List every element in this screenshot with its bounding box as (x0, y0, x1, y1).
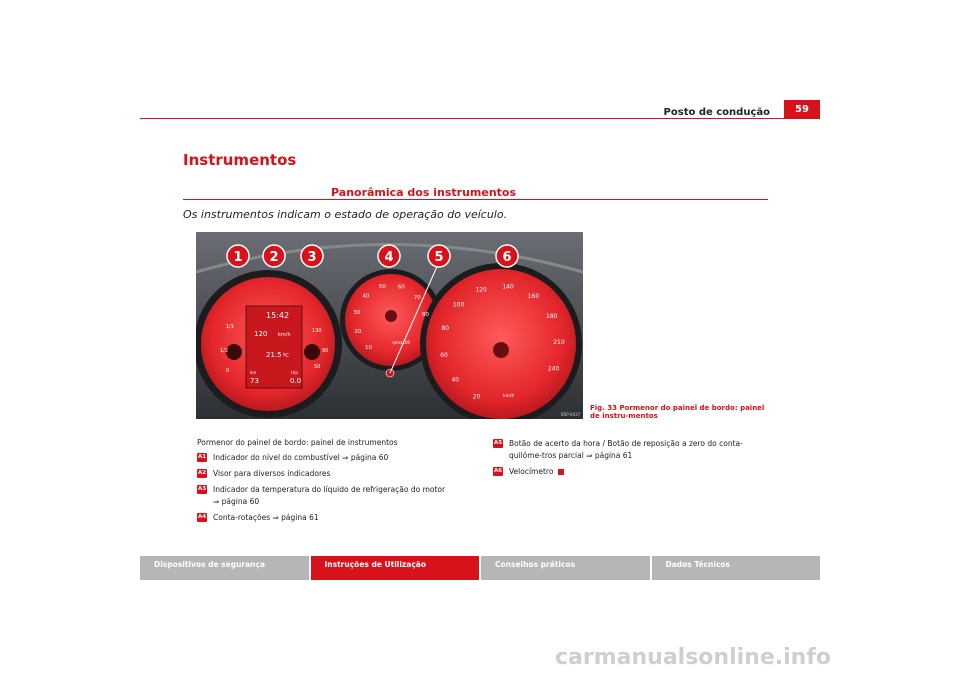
intro-text: Os instrumentos indicam o estado de oper… (183, 208, 508, 221)
speedo-unit: km/h (503, 393, 515, 399)
display-trip: 0.0 (290, 377, 301, 385)
display-time: 15:42 (266, 311, 289, 320)
fuel-half-label: 1/2 (220, 348, 228, 354)
figure-code: B5P-0437 (561, 412, 581, 417)
figure-caption: Fig. 33 Pormenor do painel de bordo: pai… (590, 404, 765, 420)
legend-item-5: A5 Botão de acerto da hora / Botão de re… (493, 438, 773, 462)
temp-hi-label: 130 (312, 328, 322, 334)
callout-2-label: 2 (269, 250, 278, 265)
speedo-tick-label: 60 (440, 352, 448, 359)
footer-nav: Dispositivos de segurança Instruções de … (140, 556, 820, 580)
legend-item-text: Visor para diversos indicadores (213, 469, 331, 478)
instrument-panel-figure: 15:42 120 km/h 21.5 ºC km trip 73 0.0 1/… (194, 232, 584, 425)
display-trip-label: trip (291, 370, 298, 375)
speedo-tick-label: 240 (548, 366, 560, 373)
rpm-tick-label: 30 (353, 310, 360, 316)
end-of-section-icon (557, 469, 564, 475)
tab-conselhos-praticos[interactable]: Conselhos práticos (481, 556, 650, 580)
display-speed-unit: km/h (278, 332, 291, 338)
badge-a3: A3 (197, 485, 207, 494)
subsection-title: Panorâmica dos instrumentos (331, 186, 517, 199)
speedo-tick-label: 20 (473, 394, 481, 401)
legend-item-text: Conta-rotações ⇒ página 61 (213, 513, 319, 522)
tab-dados-tecnicos[interactable]: Dados Técnicos (651, 556, 820, 580)
legend-item-4: A4 Conta-rotações ⇒ página 61 (197, 512, 447, 524)
fuel-full-label: 1/1 (226, 324, 234, 330)
legend-item-3: A3 Indicador da temperatura do líquido d… (197, 484, 447, 508)
rpm-tick-label: 20 (354, 329, 361, 335)
speedo-tick-label: 100 (453, 301, 465, 308)
badge-a4: A4 (197, 513, 207, 522)
subsection-rule (183, 199, 768, 200)
rpm-tick-label: 40 (362, 294, 369, 300)
rpm-tick-label: 50 (379, 284, 386, 290)
speedo-tick-label: 180 (546, 313, 558, 320)
badge-a6: A6 (493, 467, 503, 476)
display-speed: 120 (254, 330, 267, 338)
rpm-tick-label: 70 (414, 295, 421, 301)
instrument-panel-illustration: 15:42 120 km/h 21.5 ºC km trip 73 0.0 1/… (194, 232, 584, 425)
badge-a5: A5 (493, 439, 503, 448)
rpm-tick-label: 60 (398, 285, 405, 291)
legend-item-text: Indicador do nível do combustível ⇒ pági… (213, 453, 389, 462)
section-title: Instrumentos (183, 151, 297, 169)
callout-4-label: 4 (384, 250, 393, 265)
running-header-title: Posto de condução (663, 107, 770, 118)
legend-item-2: A2 Visor para diversos indicadores (197, 468, 447, 480)
temp-mid-label: 90 (322, 348, 328, 354)
legend-list-right: A5 Botão de acerto da hora / Botão de re… (493, 438, 773, 482)
callout-6-label: 6 (502, 250, 511, 265)
temp-lo-label: 50 (314, 364, 320, 370)
callout-1-label: 1 (233, 250, 242, 265)
legend-item-text: Velocímetro (509, 467, 554, 476)
header-rule (140, 118, 820, 119)
rpm-unit: rpmx100 (392, 340, 411, 345)
badge-a2: A2 (197, 469, 207, 478)
legend-lead: Pormenor do painel de bordo: painel de i… (197, 438, 398, 447)
display-odo: 73 (250, 377, 259, 385)
tab-dispositivos-de-seguranca[interactable]: Dispositivos de segurança (140, 556, 309, 580)
speedo-tick-label: 160 (528, 293, 540, 300)
speedo-tick-label: 80 (441, 325, 449, 332)
callout-3-label: 3 (307, 250, 316, 265)
page-number: 59 (784, 100, 820, 119)
legend-item-1: A1 Indicador do nível do combustível ⇒ p… (197, 452, 447, 464)
legend-item-6: A6 Velocímetro (493, 466, 773, 478)
speedo-tick-label: 140 (502, 283, 514, 290)
display-temp-unit: ºC (283, 353, 289, 359)
tab-instrucoes-de-utilizacao[interactable]: Instruções de Utilização (310, 556, 479, 580)
callout-5-label: 5 (434, 250, 443, 265)
rpm-tick-label: 80 (422, 312, 429, 318)
legend-list-left: A1 Indicador do nível do combustível ⇒ p… (197, 452, 447, 528)
speedo-tick-label: 210 (553, 339, 565, 346)
rpm-tick-label: 10 (365, 345, 372, 351)
display-odo-label: km (250, 370, 256, 375)
badge-a1: A1 (197, 453, 207, 462)
legend-item-text: Botão de acerto da hora / Botão de repos… (509, 439, 743, 460)
speedo-tick-label: 120 (475, 286, 487, 293)
fuel-empty-label: 0 (226, 368, 229, 374)
display-temp: 21.5 (266, 351, 282, 359)
legend-item-text: Indicador da temperatura do líquido de r… (213, 485, 446, 506)
speedo-tick-label: 40 (451, 377, 459, 384)
watermark-text: carmanualsonline.info (555, 645, 831, 670)
